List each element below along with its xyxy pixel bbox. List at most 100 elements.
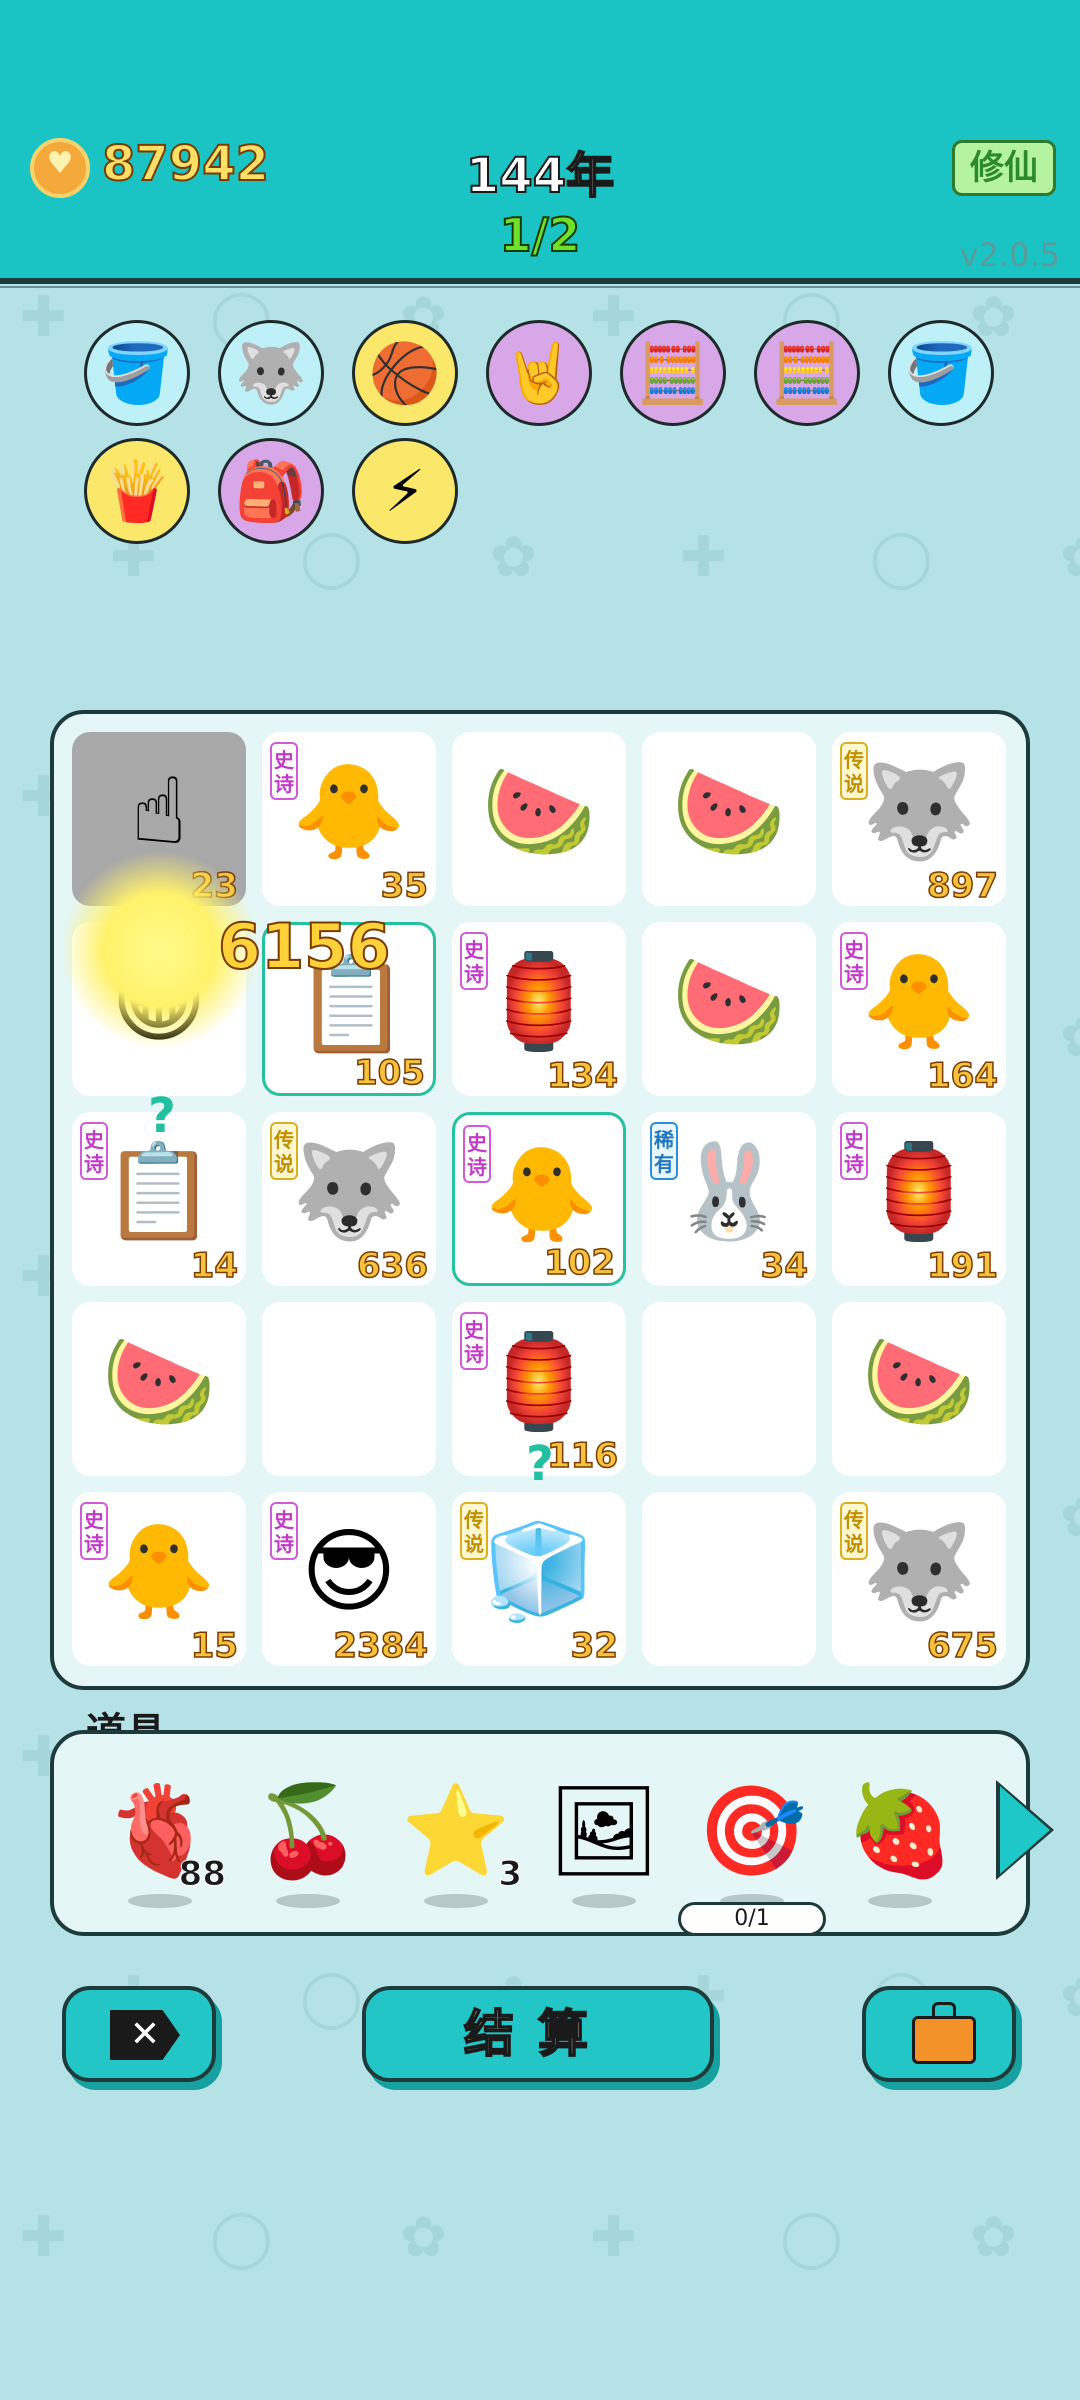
- wave-progress: 1/2: [499, 207, 582, 263]
- item-slot[interactable]: 🍒: [248, 1776, 368, 1926]
- board-cell[interactable]: 🐥 史诗 15: [72, 1492, 246, 1667]
- settle-label: 结算: [463, 2004, 612, 2064]
- cultivate-button[interactable]: 修仙: [952, 140, 1056, 196]
- husky-icon[interactable]: 🐺: [218, 320, 324, 426]
- board-cell[interactable]: 🐺 传说 897: [832, 732, 1006, 907]
- board-cell[interactable]: 🍉: [72, 1302, 246, 1476]
- fries-icon[interactable]: 🍟: [84, 438, 190, 544]
- version-label: v2.0.5: [959, 236, 1060, 274]
- briefcase-icon: [912, 2002, 976, 2064]
- item-slot[interactable]: 🍓: [840, 1776, 960, 1926]
- header-divider-thin: [0, 286, 1080, 288]
- board-cell[interactable]: 🐰 稀有 34: [642, 1112, 816, 1287]
- backpack-button[interactable]: [862, 1986, 1016, 2082]
- exit-icon: ✕: [110, 2010, 180, 2060]
- question-mark-icon: ?: [148, 1088, 176, 1144]
- board-cell[interactable]: 🏮 史诗 134: [452, 922, 626, 1097]
- watermelon-icon: 🍉: [671, 758, 787, 865]
- board-cell[interactable]: [642, 1492, 816, 1666]
- item-slot[interactable]: 🖼: [544, 1776, 664, 1926]
- board-cell[interactable]: 😎 史诗 2384: [262, 1492, 436, 1667]
- board-cell[interactable]: 🐺 传说 636: [262, 1112, 436, 1287]
- cell-value: 34: [760, 1245, 809, 1287]
- watermelon-icon: 🍉: [101, 1328, 217, 1435]
- item-shadow: [276, 1894, 340, 1908]
- bindle-icon[interactable]: 🎒: [218, 438, 324, 544]
- cell-value: 14: [190, 1245, 239, 1287]
- item-count: 3: [498, 1854, 523, 1895]
- item-count: 88: [178, 1854, 226, 1895]
- rarity-tag: 史诗: [80, 1502, 108, 1560]
- items-panel: 🫀 88 🍒 ⭐ 3 🖼 🎯 0/1 🍓: [50, 1730, 1030, 1936]
- math-head-icon[interactable]: 🧮: [754, 320, 860, 426]
- watermelon-icon: 🍉: [481, 758, 597, 865]
- next-page-arrow-icon[interactable]: [1000, 1786, 1050, 1874]
- board-cell[interactable]: [642, 1302, 816, 1476]
- rarity-tag: 传说: [840, 742, 868, 800]
- rock-hand-icon[interactable]: 🤘: [486, 320, 592, 426]
- damage-popup: 6156: [217, 909, 392, 984]
- pump-icon[interactable]: 🪣: [84, 320, 190, 426]
- cell-value: 102: [543, 1242, 615, 1284]
- math-head-icon[interactable]: 🧮: [620, 320, 726, 426]
- item-shadow: [868, 1894, 932, 1908]
- item-slot[interactable]: 🎯 0/1: [678, 1776, 826, 1936]
- pump-icon[interactable]: 🪣: [888, 320, 994, 426]
- board-cell[interactable]: 🐥 史诗 102: [452, 1112, 626, 1286]
- bayberry-icon: 🍒: [253, 1779, 363, 1882]
- cell-value: 15: [190, 1625, 239, 1667]
- watermelon-icon: 🍉: [671, 948, 787, 1055]
- item-progress: 0/1: [678, 1902, 826, 1936]
- item-slot[interactable]: 🫀 88: [100, 1776, 227, 1926]
- board-cell[interactable]: [262, 1302, 436, 1476]
- cell-value: 116: [546, 1435, 618, 1477]
- rarity-tag: 史诗: [80, 1122, 108, 1180]
- rarity-tag: 传说: [460, 1502, 488, 1560]
- board-cell[interactable]: 🍉: [642, 732, 816, 906]
- rarity-tag: 传说: [270, 1122, 298, 1180]
- settle-button[interactable]: 结算: [362, 1986, 714, 2082]
- exit-button[interactable]: ✕: [62, 1986, 216, 2082]
- rarity-tag: 史诗: [460, 932, 488, 990]
- cell-value: 636: [356, 1245, 428, 1287]
- basketballs-icon[interactable]: 🏀: [352, 320, 458, 426]
- rarity-tag: 史诗: [463, 1125, 491, 1183]
- board-cell[interactable]: 🍉: [642, 922, 816, 1096]
- lightning-icon[interactable]: ⚡: [352, 438, 458, 544]
- board-cell[interactable]: 🍉: [452, 732, 626, 906]
- cell-value: 35: [380, 865, 429, 907]
- board-cell[interactable]: 🐥 史诗 164: [832, 922, 1006, 1097]
- watermelon-icon: 🍉: [861, 1328, 977, 1435]
- item-shadow: [572, 1894, 636, 1908]
- target-10-icon: 🎯: [697, 1779, 807, 1882]
- frame-icon: 🖼: [548, 1779, 660, 1882]
- cell-value: 105: [353, 1052, 425, 1094]
- board-cell[interactable]: 🐥 史诗 35: [262, 732, 436, 907]
- year-counter: 144年: [465, 147, 615, 205]
- board-cell[interactable]: 🍉: [832, 1302, 1006, 1476]
- rarity-tag: 史诗: [460, 1312, 488, 1370]
- rarity-tag: 史诗: [840, 932, 868, 990]
- rarity-tag: 史诗: [270, 1502, 298, 1560]
- board-cell[interactable]: 🐺 传说 675: [832, 1492, 1006, 1667]
- header-divider: [0, 278, 1080, 284]
- item-slot[interactable]: ⭐ 3: [396, 1776, 522, 1926]
- strawberry-icon: 🍓: [845, 1779, 955, 1882]
- top-bar: 87942 144年 1/2 修仙 v2.0.5: [0, 0, 1080, 280]
- cell-value: 675: [926, 1625, 998, 1667]
- item-shadow: [424, 1894, 488, 1908]
- cell-value: 897: [926, 865, 998, 907]
- rarity-tag: 史诗: [270, 742, 298, 800]
- rarity-tag: 史诗: [840, 1122, 868, 1180]
- rarity-tag: 传说: [840, 1502, 868, 1560]
- item-shadow: [128, 1894, 192, 1908]
- cell-value: 164: [926, 1055, 998, 1097]
- cell-value: 134: [546, 1055, 618, 1097]
- cell-value: 32: [570, 1625, 619, 1667]
- cell-value: 191: [926, 1245, 998, 1287]
- board-cell[interactable]: 🧊 传说 32: [452, 1492, 626, 1667]
- rarity-tag: 稀有: [650, 1122, 678, 1180]
- question-mark-icon: ?: [526, 1436, 554, 1492]
- cell-value: 2384: [333, 1625, 429, 1667]
- board-cell[interactable]: 🏮 史诗 191: [832, 1112, 1006, 1287]
